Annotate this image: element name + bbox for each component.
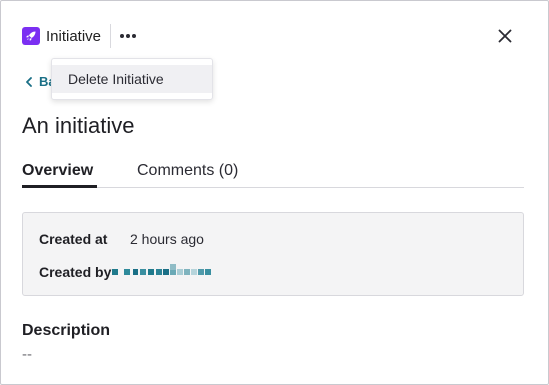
created-by-user-redacted	[112, 264, 211, 275]
more-horizontal-icon	[120, 34, 124, 38]
page-title: An initiative	[22, 113, 135, 138]
created-at-value: 2 hours ago	[130, 231, 204, 247]
tab-overview[interactable]: Overview	[22, 160, 98, 188]
header-divider	[110, 24, 111, 48]
delete-initiative-menu-item[interactable]: Delete Initiative	[52, 65, 212, 93]
more-options-menu: Delete Initiative	[51, 58, 213, 100]
more-dot	[132, 34, 136, 38]
created-at-label: Created at	[39, 231, 108, 247]
tab-bar: Overview Comments (0)	[22, 159, 524, 188]
more-options-button[interactable]	[117, 26, 139, 46]
initiative-detail-panel: Initiative Ba Delete Initiative An initi…	[0, 0, 549, 385]
more-dot	[126, 34, 130, 38]
rocket-icon	[22, 27, 40, 45]
description-heading: Description	[22, 322, 111, 339]
metadata-box: Created at 2 hours ago Created by	[22, 212, 524, 296]
chevron-left-icon	[26, 77, 32, 87]
item-type-label: Initiative	[46, 28, 102, 45]
close-button[interactable]	[495, 26, 515, 46]
close-icon	[498, 29, 512, 43]
description-value: --	[22, 346, 32, 363]
tab-comments[interactable]: Comments (0)	[137, 160, 238, 182]
created-by-label: Created by	[39, 264, 112, 280]
